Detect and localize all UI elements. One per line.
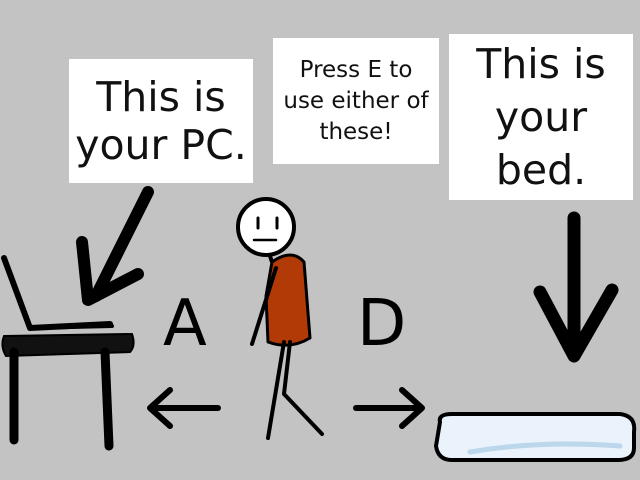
bed[interactable] (434, 412, 637, 462)
move-right-key-label: D (357, 287, 407, 361)
pc-info-text: This is your PC. (75, 73, 247, 169)
interact-hint-text: Press E to use either of these! (283, 56, 429, 145)
game-scene: This is your PC. Press E to use either o… (0, 0, 640, 480)
bed-pointer-arrow-icon (533, 211, 619, 363)
bed-info-bubble: This is your bed. (449, 34, 633, 200)
interact-hint-bubble: Press E to use either of these! (273, 38, 439, 164)
move-right-arrow-icon (353, 387, 425, 429)
pc-info-bubble: This is your PC. (69, 59, 253, 183)
pc-pointer-arrow-icon (76, 186, 154, 306)
desk-icon (1, 332, 135, 451)
player-character (236, 197, 324, 440)
move-left-arrow-icon (147, 387, 221, 429)
move-left-key-label: A (163, 287, 207, 361)
bed-info-text: This is your bed. (476, 39, 606, 194)
